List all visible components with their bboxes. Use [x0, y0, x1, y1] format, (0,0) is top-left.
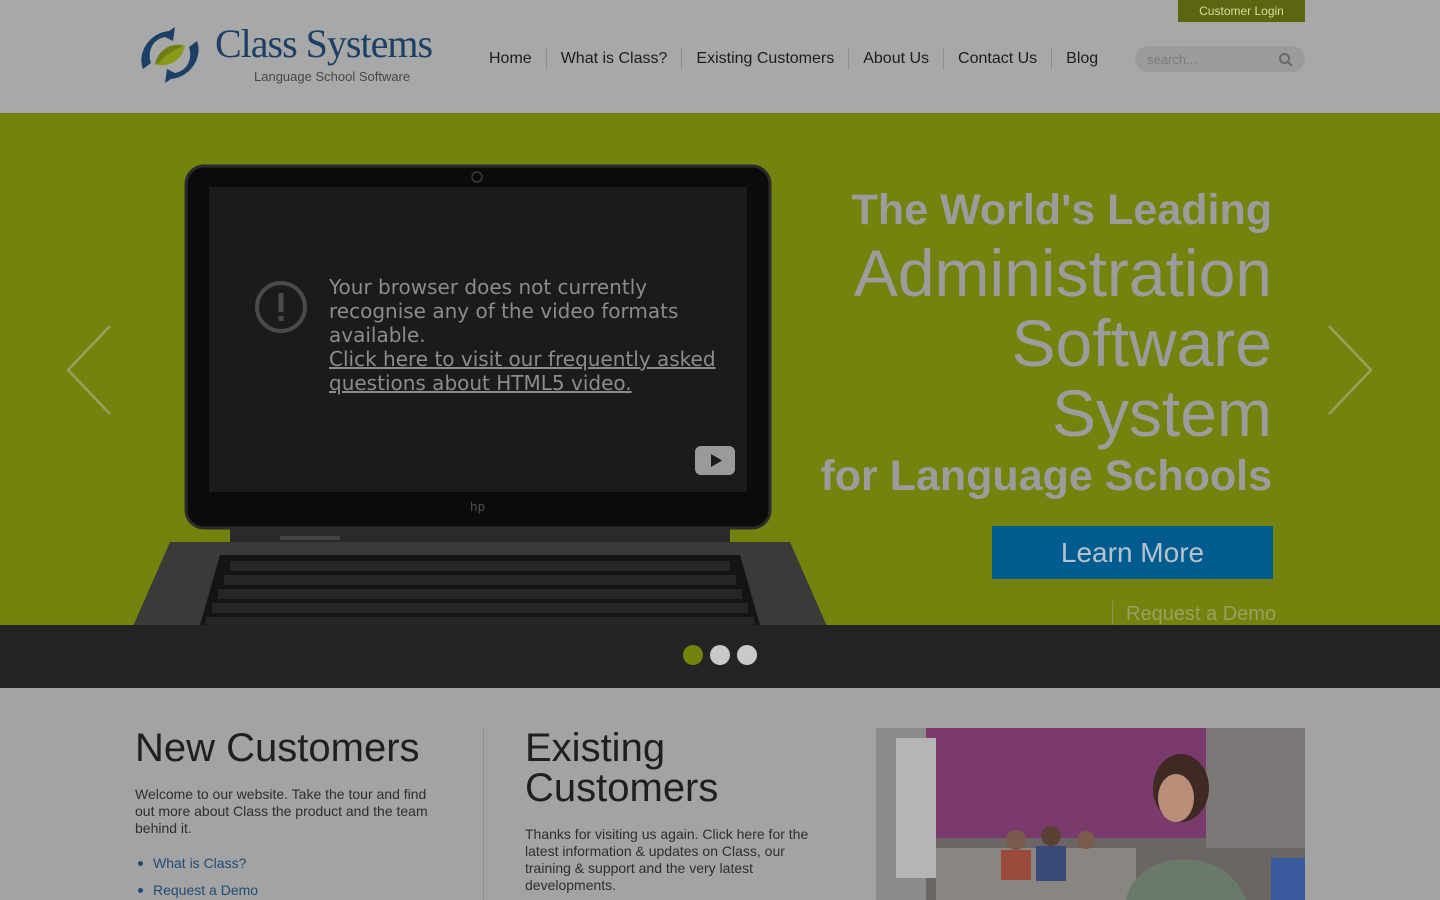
logo-title: Class Systems [215, 21, 433, 66]
existing-customers-title: Existing Customers [525, 726, 719, 810]
link-request-demo[interactable]: Request a Demo [137, 882, 258, 900]
existing-customers-text: Thanks for visiting us again. Click here… [525, 826, 809, 893]
new-customers-title: New Customers [135, 726, 420, 770]
slide-dot-1[interactable] [683, 645, 703, 665]
nav-item-blog[interactable]: Blog [1051, 48, 1112, 70]
link-what-is-class[interactable]: What is Class? [137, 855, 258, 882]
site-header: Customer Login Class Systems Language Sc… [0, 0, 1440, 113]
classroom-photo [876, 728, 1305, 900]
nav-item-about-us[interactable]: About Us [848, 48, 943, 70]
youtube-play-icon[interactable] [695, 446, 735, 475]
new-customers-links: What is Class? Request a Demo [137, 855, 258, 900]
request-demo-link[interactable]: Request a Demo [1112, 601, 1276, 625]
svg-text:hp: hp [470, 500, 485, 514]
search-input[interactable] [1147, 50, 1272, 68]
hero-slider: hp Your browser does not currently recog… [0, 113, 1440, 625]
chevron-left-icon[interactable] [64, 322, 114, 418]
learn-more-button[interactable]: Learn More [992, 526, 1273, 579]
search-icon[interactable] [1278, 52, 1294, 68]
nav-item-existing-customers[interactable]: Existing Customers [681, 48, 848, 70]
video-fallback-text: Your browser does not currently recognis… [329, 275, 679, 347]
logo[interactable]: Class Systems Language School Software [135, 21, 465, 92]
slide-dot-2[interactable] [710, 645, 730, 665]
logo-subtitle: Language School Software [254, 69, 411, 84]
hero-headline-main: Administration Software System [853, 236, 1272, 450]
alert-icon [255, 281, 307, 333]
column-divider [483, 728, 484, 900]
slide-dot-3[interactable] [737, 645, 757, 665]
video-fallback-message: Your browser does not currently recognis… [329, 275, 739, 395]
customer-login-button[interactable]: Customer Login [1178, 0, 1305, 22]
new-customers-text: Welcome to our website. Take the tour an… [135, 786, 428, 836]
nav-item-contact-us[interactable]: Contact Us [943, 48, 1051, 70]
hero-headline-bottom: for Language Schools [820, 452, 1272, 500]
logo-swirl-icon [141, 27, 199, 83]
slider-pagination [0, 625, 1440, 688]
hero-headline-top: The World's Leading [851, 186, 1272, 234]
chevron-right-icon[interactable] [1325, 322, 1375, 418]
html5-faq-link[interactable]: Click here to visit our frequently asked… [329, 347, 739, 395]
nav-item-what-is-class[interactable]: What is Class? [545, 48, 682, 70]
nav-item-home[interactable]: Home [475, 48, 546, 70]
main-nav: Home What is Class? Existing Customers A… [475, 47, 1112, 71]
